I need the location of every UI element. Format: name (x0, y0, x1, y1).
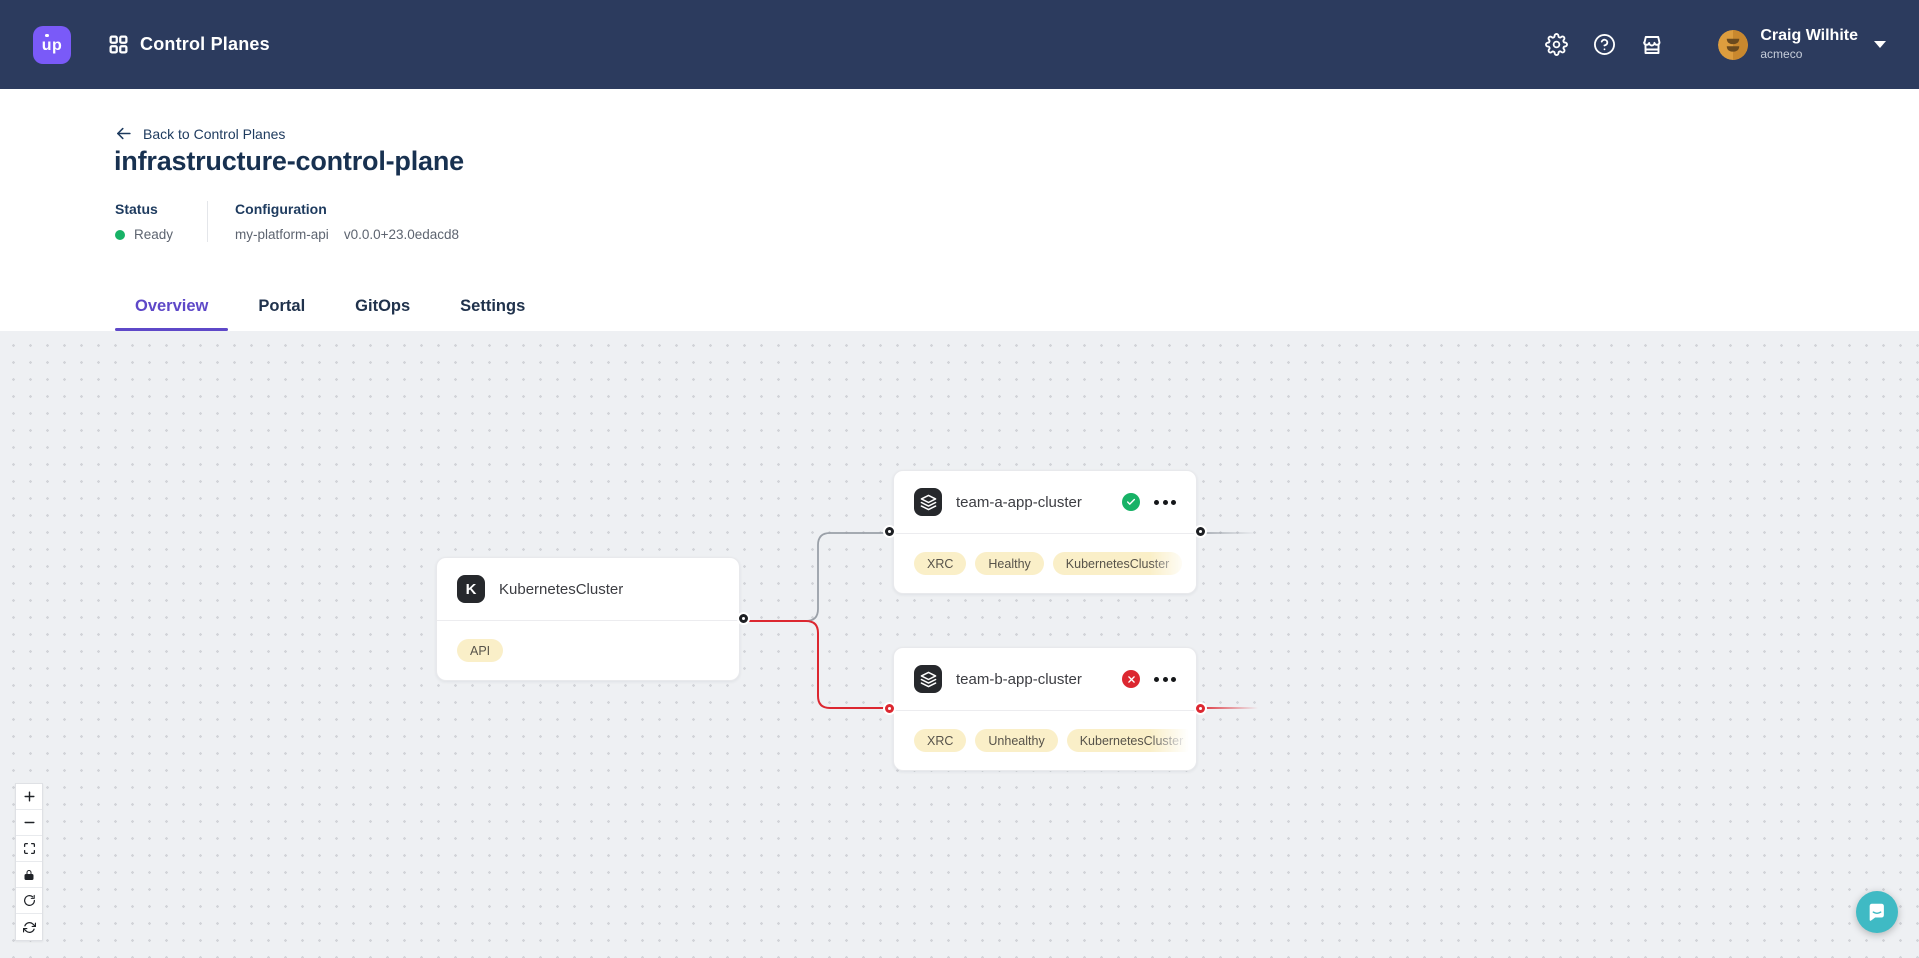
back-link-label: Back to Control Planes (143, 126, 285, 142)
arrow-left-icon (115, 125, 132, 142)
layers-icon (914, 488, 942, 516)
edge-to-team-a (741, 533, 893, 621)
badge-api: API (457, 639, 503, 662)
tab-bar: Overview Portal GitOps Settings (115, 297, 545, 331)
k-letter-icon: K (457, 575, 485, 603)
node-team-b-app-cluster[interactable]: team-b-app-cluster XRC Unhealthy Kuberne… (893, 647, 1197, 771)
more-menu-ellipsis[interactable] (1154, 677, 1176, 682)
connection-handle-source (1196, 527, 1205, 536)
more-menu-ellipsis[interactable] (1154, 500, 1176, 505)
node-title: team-b-app-cluster (956, 671, 1122, 688)
node-kubernetescluster[interactable]: K KubernetesCluster API (436, 557, 740, 681)
rotate-button[interactable] (16, 888, 42, 914)
settings-gear-icon[interactable] (1544, 33, 1568, 57)
node-title: KubernetesCluster (499, 581, 719, 598)
tab-portal[interactable]: Portal (238, 297, 325, 331)
marketplace-icon[interactable] (1640, 33, 1664, 57)
graph-edges (0, 331, 1919, 958)
connection-handle-source (1196, 704, 1205, 713)
status-indicator-dot (115, 230, 125, 240)
status-value: Ready (134, 227, 173, 242)
page-header: Back to Control Planes infrastructure-co… (0, 89, 1919, 331)
connection-handle-target (885, 527, 894, 536)
help-icon[interactable] (1592, 33, 1616, 57)
tab-gitops[interactable]: GitOps (335, 297, 430, 331)
lock-button[interactable] (16, 862, 42, 888)
back-link[interactable]: Back to Control Planes (115, 125, 285, 142)
connection-handle-target (885, 704, 894, 713)
configuration-version: v0.0.0+23.0edacd8 (344, 227, 459, 242)
user-name: Craig Wilhite (1760, 27, 1858, 45)
zoom-out-button[interactable] (16, 810, 42, 836)
chat-launcher-button[interactable] (1856, 891, 1898, 933)
page-title: infrastructure-control-plane (114, 146, 464, 177)
avatar (1718, 30, 1748, 60)
edge-to-team-b (741, 621, 893, 708)
canvas-controls (15, 783, 43, 941)
badge-xrc: XRC (914, 729, 966, 752)
unhealthy-x-icon (1122, 670, 1140, 688)
badge-kind: KubernetesCluster (1067, 729, 1196, 752)
tab-settings[interactable]: Settings (440, 297, 545, 331)
user-menu[interactable]: Craig Wilhite acmeco (1718, 27, 1886, 61)
configuration-name: my-platform-api (235, 227, 329, 242)
upbound-logo[interactable]: up (33, 26, 71, 64)
node-team-a-app-cluster[interactable]: team-a-app-cluster XRC Healthy Kubernete… (893, 470, 1197, 594)
configuration-label: Configuration (235, 201, 459, 217)
app-title: Control Planes (140, 34, 270, 55)
healthy-check-icon (1122, 493, 1140, 511)
connection-handle-source (739, 614, 748, 623)
chevron-down-icon (1874, 41, 1886, 48)
refresh-sync-button[interactable] (16, 914, 42, 940)
apps-grid-icon (108, 34, 129, 55)
tab-overview[interactable]: Overview (115, 297, 228, 331)
node-title: team-a-app-cluster (956, 494, 1122, 511)
user-org: acmeco (1760, 48, 1858, 62)
meta-row: Status Ready Configuration my-platform-a… (115, 201, 459, 242)
layers-icon (914, 665, 942, 693)
graph-canvas[interactable]: K KubernetesCluster API team-a-app-clust… (0, 331, 1919, 958)
status-label: Status (115, 201, 173, 217)
badge-healthy: Healthy (975, 552, 1043, 575)
badge-kind: KubernetesCluster (1053, 552, 1183, 575)
logo-text: up (42, 37, 63, 55)
chat-bubble-icon (1866, 901, 1888, 923)
top-nav: up Control Planes (0, 0, 1919, 89)
zoom-in-button[interactable] (16, 784, 42, 810)
fit-view-button[interactable] (16, 836, 42, 862)
configuration-section: Configuration my-platform-api v0.0.0+23.… (208, 201, 459, 242)
status-section: Status Ready (115, 201, 208, 242)
badge-xrc: XRC (914, 552, 966, 575)
badge-unhealthy: Unhealthy (975, 729, 1057, 752)
